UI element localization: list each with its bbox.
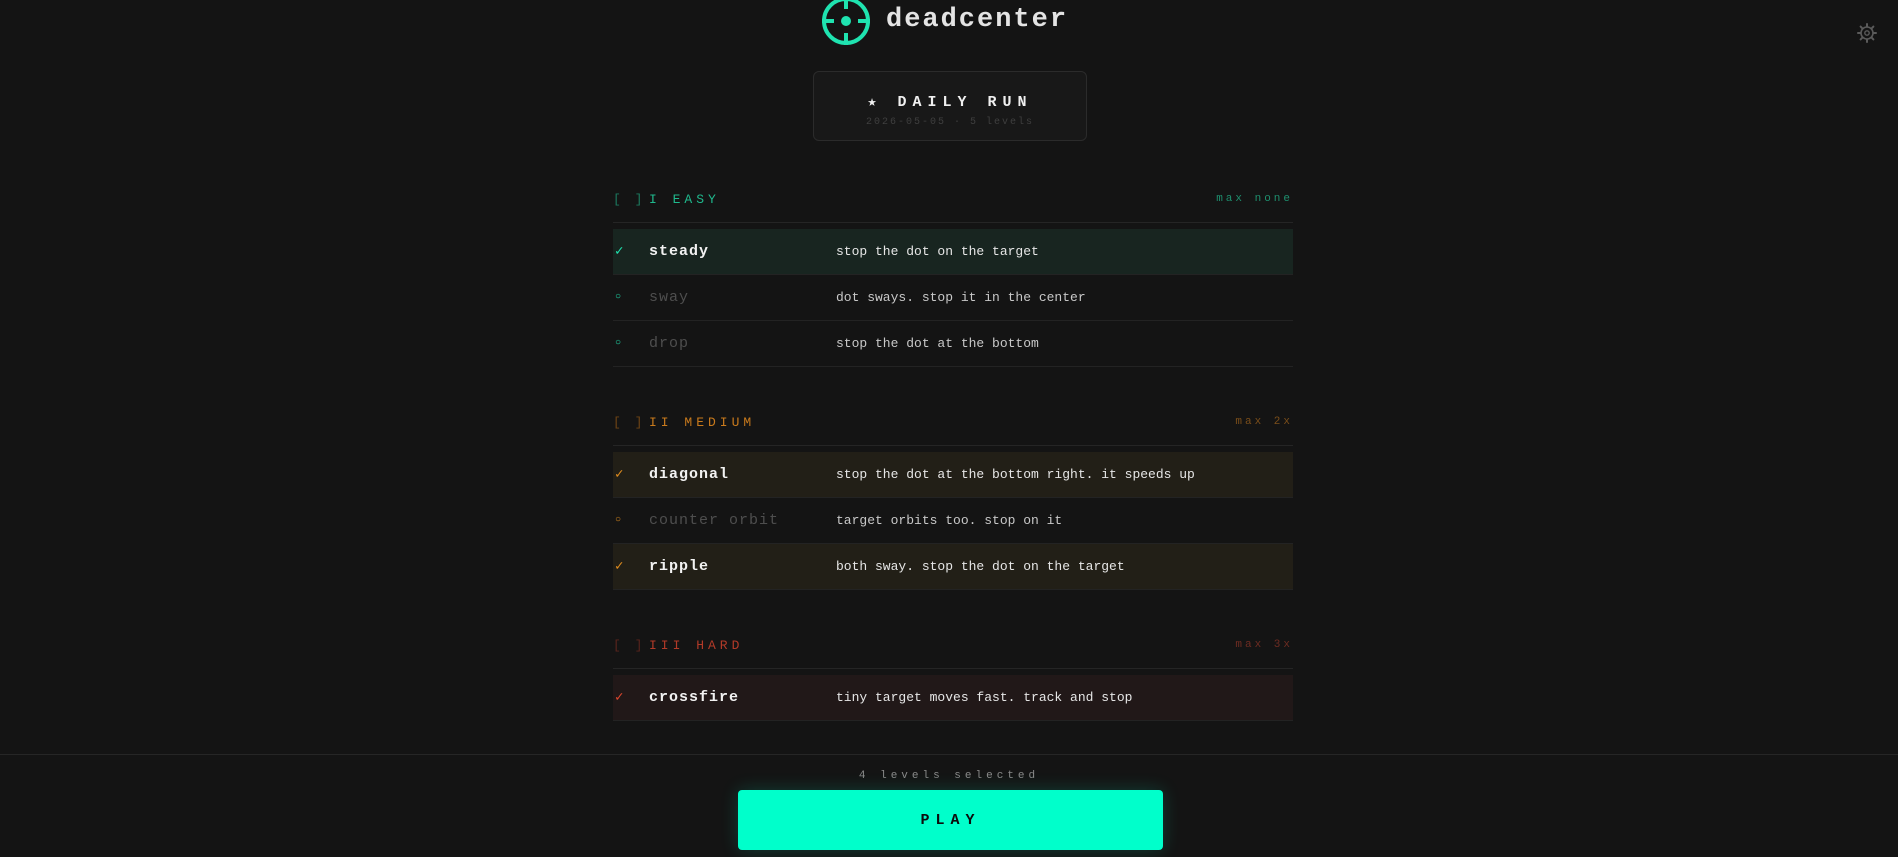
- level-name: diagonal: [649, 466, 730, 483]
- level-row-drop[interactable]: ○ drop stop the dot at the bottom: [613, 321, 1293, 367]
- level-description: target orbits too. stop on it: [836, 513, 1063, 528]
- level-name: sway: [649, 289, 690, 306]
- level-select-screen: deadcenter ★ DAILY RUN 2026-05-05 · 5 le…: [0, 0, 1898, 857]
- brand: deadcenter: [820, 0, 1068, 48]
- crosshair-icon: [820, 0, 872, 47]
- play-button[interactable]: PLAY: [738, 790, 1163, 850]
- circle-icon: ○: [615, 338, 622, 349]
- daily-run-title: ★ DAILY RUN: [867, 94, 1033, 111]
- group-medium: [ ] II MEDIUM max 2x ✓ diagonal stop the…: [613, 399, 1293, 590]
- group-header: [ ] I EASY max none: [613, 176, 1293, 223]
- level-row-counter-orbit[interactable]: ○ counter orbit target orbits too. stop …: [613, 498, 1293, 544]
- level-description: stop the dot on the target: [836, 244, 1039, 259]
- group-max-multiplier: max 2x: [1235, 416, 1293, 428]
- daily-run-card[interactable]: ★ DAILY RUN 2026-05-05 · 5 levels: [813, 71, 1087, 141]
- level-row-crossfire[interactable]: ✓ crossfire tiny target moves fast. trac…: [613, 675, 1293, 721]
- check-icon: ✓: [615, 690, 624, 706]
- gear-icon: [1856, 23, 1878, 49]
- group-title: I EASY: [649, 191, 720, 207]
- group-title: III HARD: [649, 637, 744, 653]
- level-name: steady: [649, 243, 710, 260]
- level-name: crossfire: [649, 689, 740, 706]
- selected-count: 4 levels selected: [858, 770, 1040, 782]
- level-name: drop: [649, 335, 690, 352]
- group-hard: [ ] III HARD max 3x ✓ crossfire tiny tar…: [613, 622, 1293, 721]
- level-name: counter orbit: [649, 512, 780, 529]
- level-name: ripple: [649, 558, 710, 575]
- level-description: dot sways. stop it in the center: [836, 290, 1086, 305]
- group-header: [ ] III HARD max 3x: [613, 622, 1293, 669]
- circle-icon: ○: [615, 515, 622, 526]
- group-title: II MEDIUM: [649, 414, 756, 430]
- group-header: [ ] II MEDIUM max 2x: [613, 399, 1293, 446]
- level-row-ripple[interactable]: ✓ ripple both sway. stop the dot on the …: [613, 544, 1293, 590]
- level-row-diagonal[interactable]: ✓ diagonal stop the dot at the bottom ri…: [613, 452, 1293, 498]
- group-max-multiplier: max none: [1216, 193, 1293, 205]
- level-description: stop the dot at the bottom right. it spe…: [836, 467, 1195, 482]
- check-icon: ✓: [615, 559, 624, 575]
- group-select-toggle[interactable]: [ ]: [613, 192, 649, 207]
- group-easy: [ ] I EASY max none ✓ steady stop the do…: [613, 176, 1293, 367]
- brand-name: deadcenter: [886, 5, 1069, 35]
- check-icon: ✓: [615, 244, 624, 260]
- footer-bar: 4 levels selected PLAY: [0, 754, 1898, 857]
- level-row-steady[interactable]: ✓ steady stop the dot on the target: [613, 229, 1293, 275]
- group-select-toggle[interactable]: [ ]: [613, 638, 649, 653]
- group-max-multiplier: max 3x: [1235, 639, 1293, 651]
- settings-button[interactable]: [1856, 22, 1878, 44]
- group-select-toggle[interactable]: [ ]: [613, 415, 649, 430]
- level-list: [ ] I EASY max none ✓ steady stop the do…: [613, 176, 1293, 753]
- check-icon: ✓: [615, 467, 624, 483]
- level-description: stop the dot at the bottom: [836, 336, 1039, 351]
- circle-icon: ○: [615, 292, 622, 303]
- level-row-sway[interactable]: ○ sway dot sways. stop it in the center: [613, 275, 1293, 321]
- level-description: both sway. stop the dot on the target: [836, 559, 1125, 574]
- daily-run-subtitle: 2026-05-05 · 5 levels: [865, 117, 1035, 128]
- level-description: tiny target moves fast. track and stop: [836, 690, 1133, 705]
